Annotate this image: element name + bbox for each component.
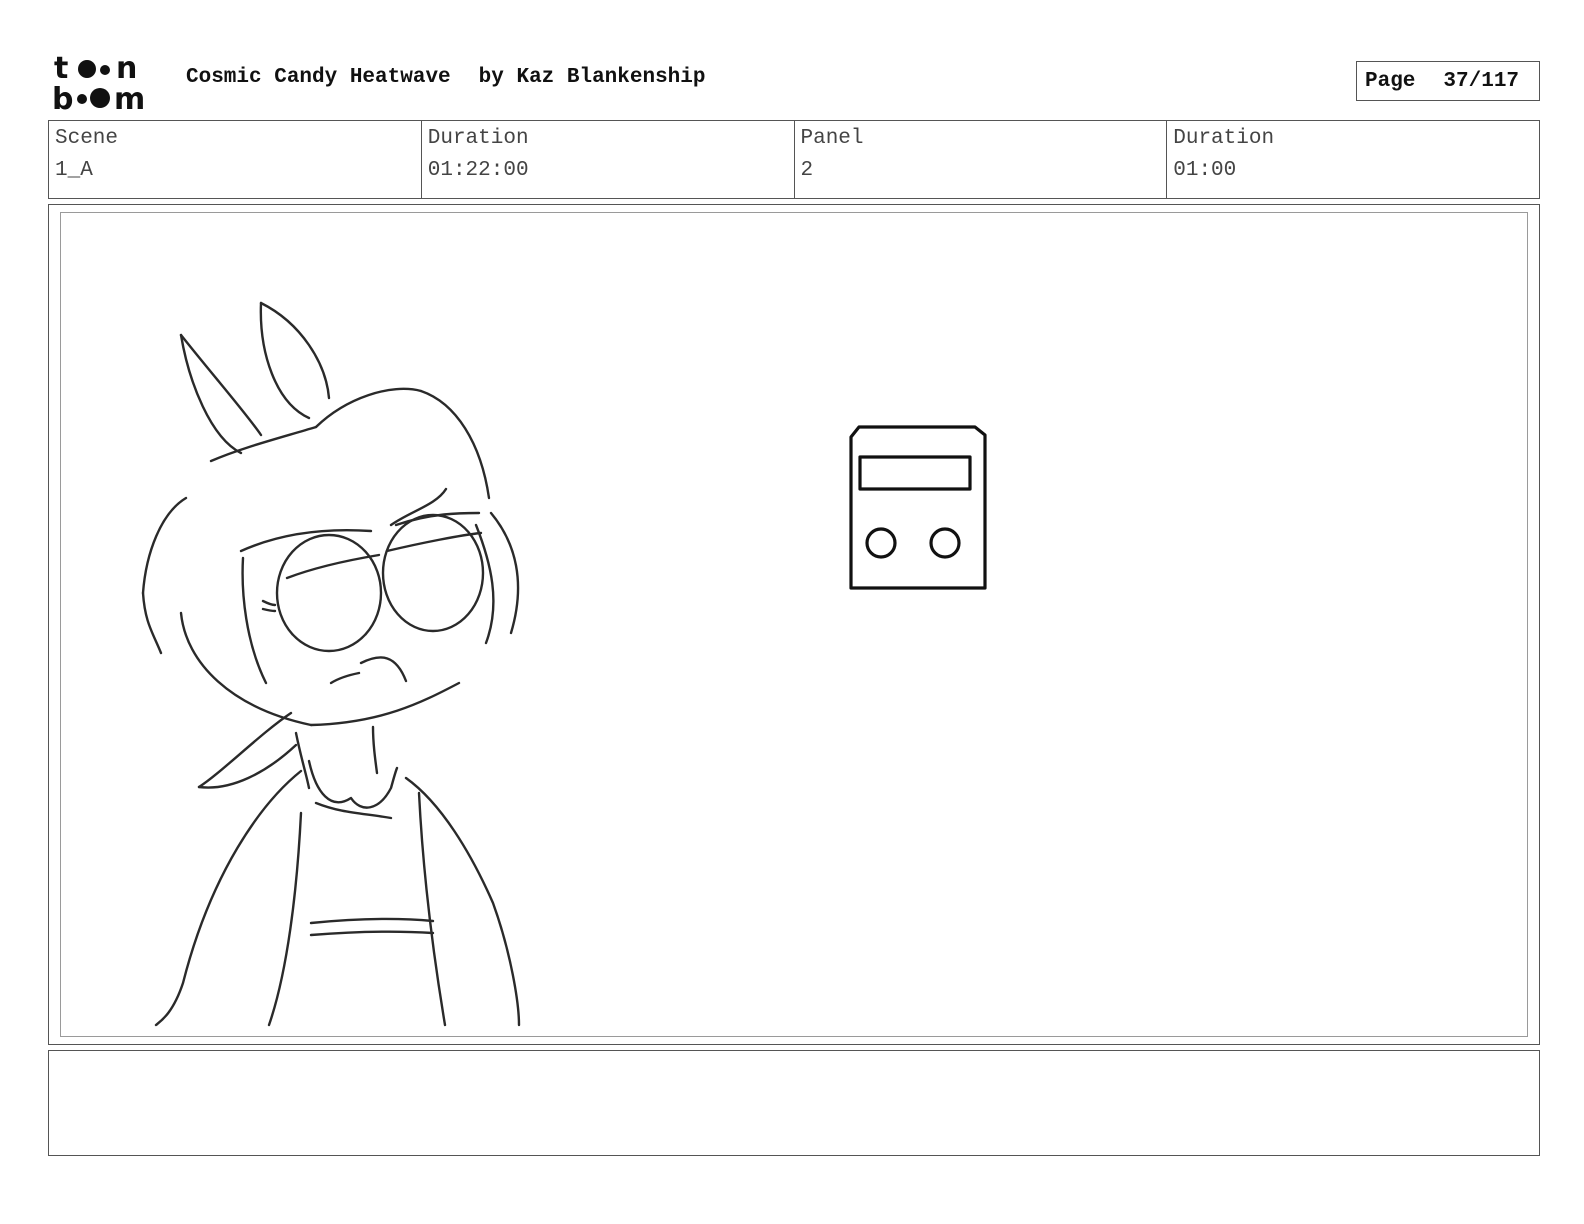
panel-duration-cell: Duration 01:00: [1167, 121, 1539, 198]
svg-text:n: n: [116, 51, 137, 86]
panel-cell: Panel 2: [795, 121, 1168, 198]
svg-text:m: m: [114, 82, 145, 112]
page-label: Page: [1365, 69, 1416, 93]
project-author: by Kaz Blankenship: [478, 66, 706, 89]
panel-duration-label: Duration: [1173, 127, 1275, 150]
panel-notes-box[interactable]: [48, 1050, 1540, 1156]
toon-boom-logo: t n b m: [52, 50, 164, 112]
panel-drawing: [141, 301, 987, 1027]
scene-info-table: Scene 1_A Duration 01:22:00 Panel 2 Dura…: [48, 120, 1540, 199]
project-title: Cosmic Candy Heatwave: [186, 66, 451, 89]
scene-duration-value: 01:22:00: [427, 159, 529, 182]
scene-duration-cell: Duration 01:22:00: [422, 121, 795, 198]
scene-duration-label: Duration: [427, 127, 529, 150]
panel-value: 2: [800, 159, 814, 182]
scene-cell: Scene 1_A: [49, 121, 422, 198]
board-title: Cosmic Candy Heatwave by Kaz Blankenship: [186, 66, 706, 89]
svg-text:t: t: [54, 51, 68, 86]
panel-label: Panel: [800, 127, 864, 150]
page-indicator: Page 37/117: [1356, 61, 1540, 101]
wall-device-sketch: [849, 425, 987, 590]
storyboard-panel: [60, 212, 1528, 1037]
character-sketch: [141, 301, 521, 1027]
scene-value: 1_A: [55, 159, 93, 182]
page-number: 37/117: [1443, 69, 1520, 93]
svg-text:b: b: [52, 82, 73, 112]
panel-duration-value: 01:00: [1173, 159, 1237, 182]
scene-label: Scene: [55, 127, 119, 150]
